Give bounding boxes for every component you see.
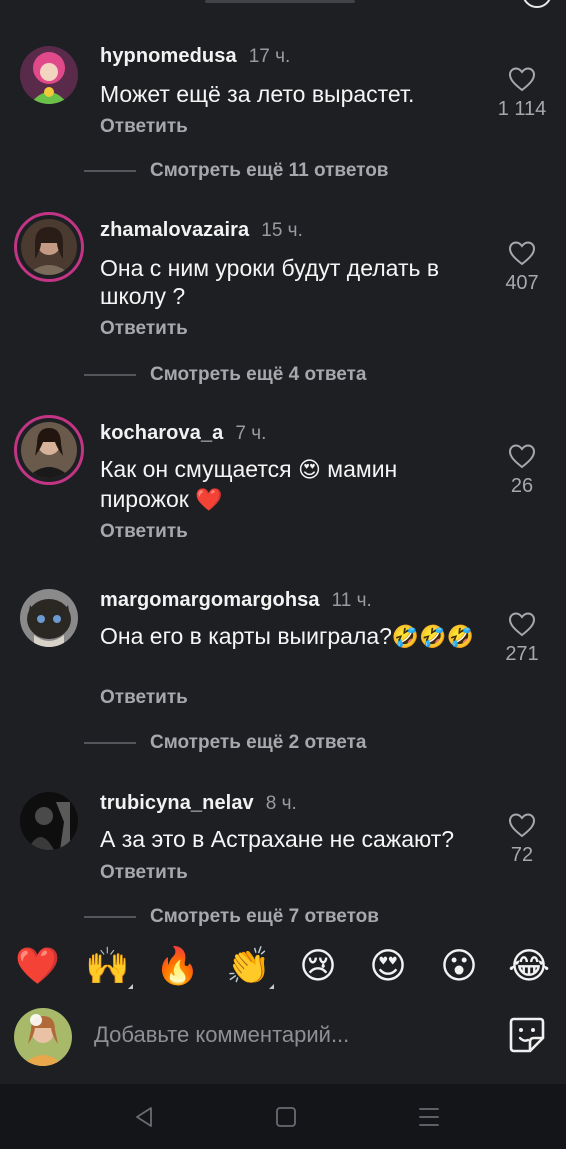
view-more-replies[interactable]: Смотреть ещё 7 ответов: [84, 906, 379, 928]
comment-item: kocharova_a 7 ч. Как он смущается 😍 мами…: [0, 415, 566, 555]
comment-text: Может ещё за лето вырастет.: [100, 81, 415, 107]
avatar[interactable]: [20, 589, 78, 647]
emoji-reaction-bar: ❤️ 🙌 🔥 👏 😢 😍 😮 😂: [0, 930, 566, 998]
like-count: 1 114: [497, 98, 547, 120]
comment-text: Она с ним уроки будут делать в школу ?: [100, 255, 440, 309]
comment-input[interactable]: Добавьте комментарий...: [94, 1022, 349, 1048]
view-more-replies[interactable]: Смотреть ещё 11 ответов: [84, 160, 388, 182]
comment-time: 17 ч.: [248, 46, 291, 67]
raised-hands-emoji-icon[interactable]: 🙌: [85, 944, 130, 988]
menu-lines-icon: [419, 1108, 439, 1126]
comment-time: 8 ч.: [265, 793, 297, 814]
avatar[interactable]: [14, 212, 84, 282]
rolling-laughing-emoji-icon: 🤣🤣🤣: [391, 625, 475, 650]
like-button[interactable]: 271: [494, 611, 550, 666]
menu-button[interactable]: [416, 1104, 442, 1130]
comment-input-bar: Добавьте комментарий...: [0, 998, 566, 1084]
view-more-label: Смотреть ещё 2 ответа: [150, 732, 367, 753]
divider-dash: [84, 742, 136, 744]
like-button[interactable]: 26: [494, 443, 550, 498]
skin-tone-indicator: [128, 984, 133, 989]
comment-text-part: Как он смущается: [100, 456, 292, 482]
reply-button[interactable]: Ответить: [100, 862, 188, 884]
sticker-icon: [509, 1017, 545, 1053]
comment-text-part: Она его в карты выиграла?: [100, 623, 392, 649]
view-more-replies[interactable]: Смотреть ещё 2 ответа: [84, 732, 367, 754]
home-button[interactable]: [273, 1104, 299, 1130]
comments-screen: hypnomedusa 17 ч. Может ещё за лето выра…: [0, 0, 566, 1149]
like-button[interactable]: 1 114: [494, 66, 550, 121]
like-button[interactable]: 407: [494, 240, 550, 295]
red-heart-emoji-icon: ❤️: [195, 488, 223, 513]
comment-time: 11 ч.: [331, 590, 372, 611]
divider-dash: [84, 374, 136, 376]
heart-outline-icon: [508, 241, 536, 266]
tears-of-joy-emoji-icon[interactable]: 😂: [507, 944, 551, 988]
comment-time: 15 ч.: [261, 220, 303, 241]
crying-face-emoji-icon[interactable]: 😢: [296, 944, 340, 988]
reply-button[interactable]: Ответить: [100, 318, 188, 340]
like-count: 72: [510, 844, 534, 866]
heart-outline-icon: [508, 813, 536, 838]
comment-text: Как он смущается 😍 мамин пирожок ❤️: [100, 455, 480, 515]
system-navigation-bar: [0, 1084, 566, 1149]
view-more-label: Смотреть ещё 11 ответов: [150, 160, 389, 181]
heart-eyes-emoji-icon: 😍: [297, 458, 321, 483]
reply-button[interactable]: Ответить: [100, 116, 188, 138]
sticker-button[interactable]: [508, 1016, 546, 1054]
comment-username[interactable]: hypnomedusa: [100, 45, 237, 68]
like-count: 26: [510, 475, 534, 497]
comment-username[interactable]: zhamalovazaira: [100, 219, 249, 242]
square-home-icon: [276, 1107, 296, 1127]
avatar[interactable]: [14, 415, 84, 485]
comment-time: 7 ч.: [235, 423, 267, 444]
divider-dash: [84, 170, 136, 172]
reply-button[interactable]: Ответить: [100, 521, 188, 543]
like-count: 271: [505, 643, 539, 665]
skin-tone-indicator: [269, 984, 274, 989]
back-triangle-icon: [136, 1107, 152, 1127]
reply-button[interactable]: Ответить: [100, 687, 188, 709]
comment-item: trubicyna_nelav 8 ч. А за это в Астрахан…: [0, 788, 566, 898]
view-more-replies[interactable]: Смотреть ещё 4 ответа: [84, 364, 367, 386]
comment-item: margomargomargohsa 11 ч. Она его в карты…: [0, 585, 566, 725]
current-user-avatar: [14, 1008, 72, 1066]
comment-username[interactable]: margomargomargohsa: [100, 589, 320, 612]
view-more-label: Смотреть ещё 7 ответов: [150, 906, 379, 927]
surprised-face-emoji-icon[interactable]: 😮: [437, 944, 481, 988]
heart-outline-icon: [508, 67, 536, 92]
avatar[interactable]: [20, 46, 78, 104]
avatar[interactable]: [20, 792, 78, 850]
heart-outline-icon: [508, 612, 536, 637]
heart-outline-icon: [508, 444, 536, 469]
view-more-label: Смотреть ещё 4 ответа: [150, 364, 367, 385]
fire-emoji-icon[interactable]: 🔥: [155, 944, 200, 988]
comment-text: Она его в карты выиграла?🤣🤣🤣: [100, 622, 480, 652]
comments-list[interactable]: hypnomedusa 17 ч. Может ещё за лето выра…: [0, 0, 566, 930]
like-count: 407: [505, 272, 539, 294]
like-button[interactable]: 72: [494, 812, 550, 867]
heart-eyes-emoji-icon[interactable]: 😍: [366, 944, 410, 988]
red-heart-emoji-icon[interactable]: ❤️: [15, 944, 60, 988]
back-button[interactable]: [131, 1104, 157, 1130]
clapping-hands-emoji-icon[interactable]: 👏: [226, 944, 271, 988]
comment-item: zhamalovazaira 15 ч. Она с ним уроки буд…: [0, 212, 566, 362]
comment-username[interactable]: trubicyna_nelav: [100, 792, 254, 815]
comment-text: А за это в Астрахане не сажают?: [100, 826, 455, 852]
divider-dash: [84, 916, 136, 918]
comment-username[interactable]: kocharova_a: [100, 422, 223, 445]
